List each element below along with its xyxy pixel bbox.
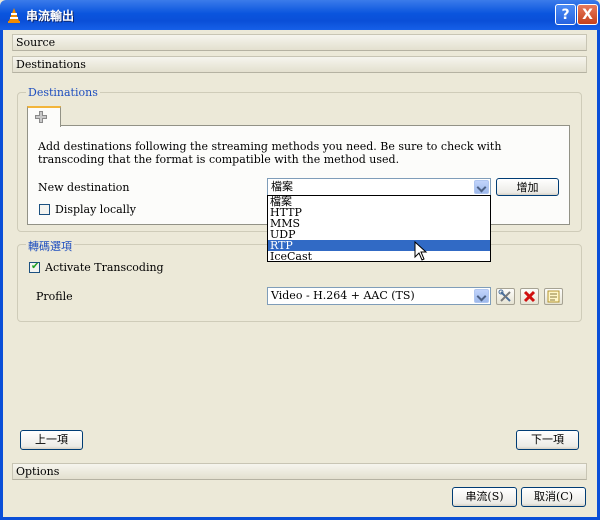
add-destination-button[interactable]: 增加 (496, 178, 559, 196)
mouse-pointer-icon (414, 241, 428, 261)
dropdown-option-icecast[interactable]: IceCast (268, 251, 490, 262)
display-locally-checkbox[interactable] (39, 204, 50, 215)
help-button[interactable]: ? (555, 4, 576, 25)
activate-transcoding-checkbox[interactable]: ✔ (29, 261, 40, 273)
previous-button[interactable]: 上一項 (20, 430, 83, 450)
dropdown-option-udp[interactable]: UDP (268, 229, 490, 240)
destinations-group-title: Destinations (26, 86, 100, 99)
destinations-description: Add destinations following the streaming… (38, 140, 502, 166)
close-button[interactable]: X (577, 4, 598, 25)
tab-add-destination[interactable] (27, 106, 61, 127)
source-section-header[interactable]: Source (12, 34, 587, 51)
stream-output-dialog: 串流輸出 ? X Source Destinations Destination… (0, 0, 600, 520)
profile-value: Video - H.264 + AAC (TS) (271, 289, 415, 302)
activate-transcoding-label: Activate Transcoding (45, 261, 164, 274)
cancel-button[interactable]: 取消(C) (521, 487, 586, 507)
dropdown-option-http[interactable]: HTTP (268, 207, 490, 218)
title-bar: 串流輸出 ? X (0, 0, 600, 30)
profile-label: Profile (36, 290, 73, 303)
plus-icon (35, 111, 47, 123)
chevron-down-icon[interactable] (474, 289, 489, 303)
window-frame-left (0, 30, 3, 520)
edit-profile-button[interactable] (496, 288, 515, 305)
wrench-icon (498, 289, 511, 302)
red-x-icon (523, 290, 536, 303)
transcoding-group-title: 轉碼選項 (26, 238, 74, 254)
chevron-down-icon[interactable] (474, 180, 489, 194)
delete-profile-button[interactable] (520, 288, 539, 305)
window-title: 串流輸出 (26, 9, 75, 23)
destination-dropdown-list: 檔案 HTTP MMS UDP RTP IceCast (267, 195, 491, 262)
stream-button[interactable]: 串流(S) (452, 487, 517, 507)
next-button[interactable]: 下一項 (516, 430, 579, 450)
new-destination-combo[interactable]: 檔案 (267, 178, 491, 196)
options-section-header[interactable]: Options (12, 463, 587, 480)
new-profile-button[interactable] (544, 288, 563, 305)
display-locally-label: Display locally (55, 203, 136, 216)
destinations-section-header[interactable]: Destinations (12, 56, 587, 73)
checkmark-icon: ✔ (31, 261, 40, 272)
vlc-cone-icon (8, 8, 20, 23)
new-destination-value: 檔案 (271, 180, 293, 193)
dropdown-option-mms[interactable]: MMS (268, 218, 490, 229)
profile-combo[interactable]: Video - H.264 + AAC (TS) (267, 287, 491, 305)
new-profile-icon (547, 290, 560, 303)
new-destination-label: New destination (38, 181, 130, 194)
